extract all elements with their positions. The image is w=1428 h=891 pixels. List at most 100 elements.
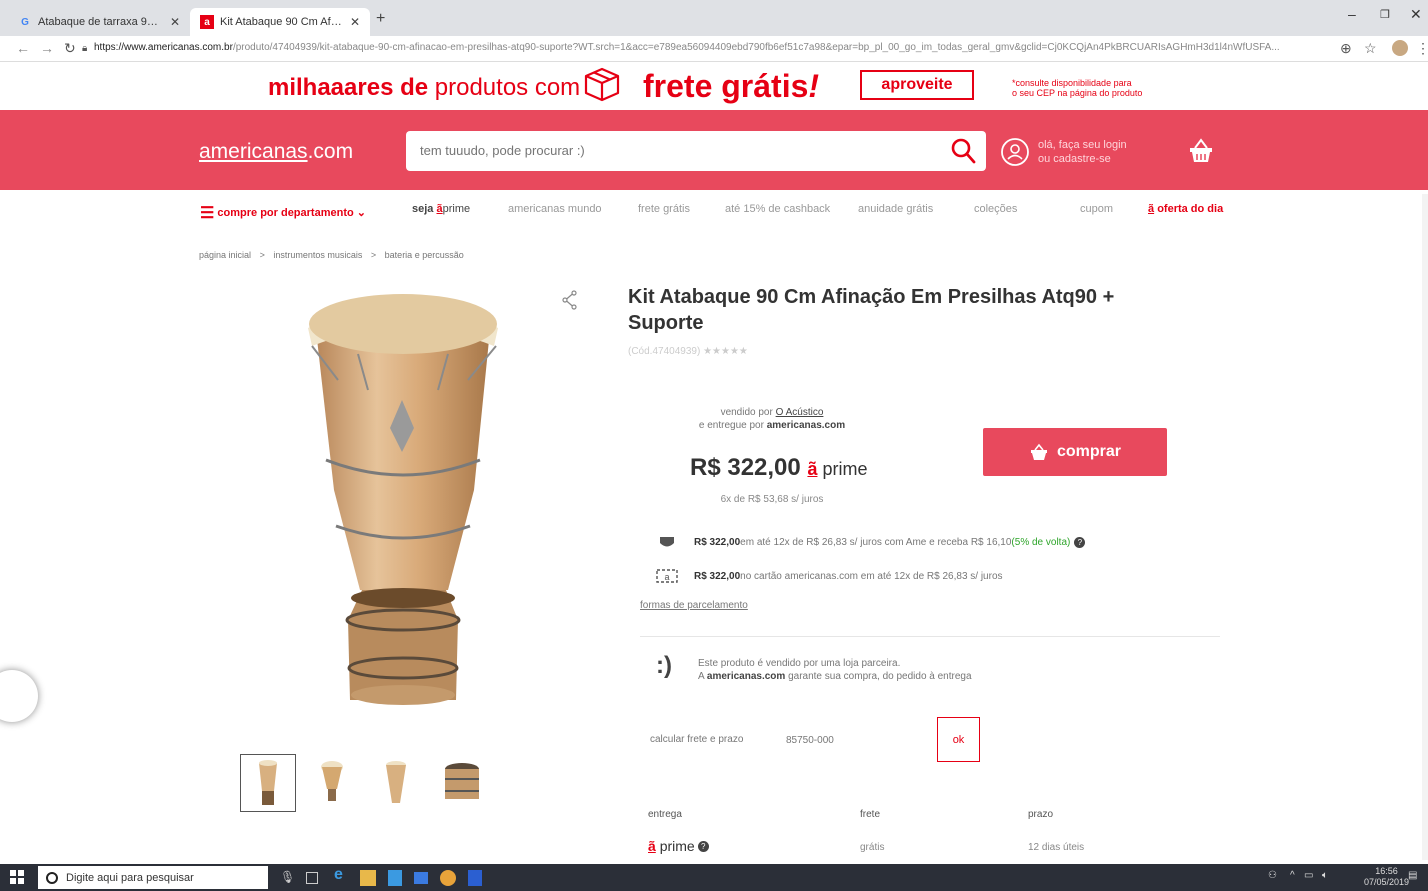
help-icon[interactable]: ? [1074,536,1086,548]
user-icon[interactable] [1000,137,1030,167]
back-icon[interactable]: ← [16,40,30,56]
ame-amount: R$ 322,00 [694,536,741,548]
rating-stars[interactable]: ★★★★★ [703,346,748,357]
partner-line-post: garante sua compra, do pedido à entrega [785,671,972,682]
tray-chevron-icon[interactable]: ^ [1290,870,1295,881]
department-menu[interactable]: ☰ compre por departamento ⌄ [200,203,366,223]
shipping-service-label: prime [659,838,695,854]
basket-icon[interactable] [1186,136,1216,166]
nav-cashback[interactable]: até 15% de cashback [725,203,830,215]
nav-americanas-mundo[interactable]: americanas mundo [508,203,602,215]
buy-button[interactable]: comprar [983,428,1167,476]
clock-date: 07/05/2019 [1364,877,1410,887]
breadcrumb-separator: > [259,250,265,260]
shipping-header-time: prazo [1028,809,1054,820]
search-box [406,131,986,171]
new-tab-icon[interactable]: + [376,10,385,28]
notifications-icon[interactable]: ▤ [1408,870,1417,881]
department-label: compre por departamento [217,207,354,219]
nav-anuidade[interactable]: anuidade grátis [858,203,933,215]
lock-icon: 🔒︎ [82,43,88,54]
cep-input[interactable] [772,720,924,760]
chrome-icon[interactable] [440,870,456,886]
nav-seja-prime[interactable]: seja ãprime [412,203,470,215]
divider [640,636,1220,637]
promo-headline-rest: produtos com [428,74,581,101]
login-link[interactable]: olá, faça seu login ou cadastre-se [1038,138,1127,166]
prime-logo-a: ã [648,838,656,854]
file-explorer-icon[interactable] [360,870,376,886]
ok-button[interactable]: ok [937,717,980,762]
close-tab-icon[interactable]: ✕ [170,15,180,29]
scrollbar[interactable] [1422,194,1428,860]
windows-start-icon[interactable] [10,870,24,884]
breadcrumb-category[interactable]: instrumentos musicais [273,250,362,260]
logo-suffix: .com [307,140,354,163]
nav-oferta-do-dia[interactable]: ã oferta do dia [1148,203,1223,215]
product-title: Kit Atabaque 90 Cm Afinação Em Presilhas… [628,286,1115,334]
help-icon[interactable]: ? [697,840,709,852]
network-icon[interactable]: ▭ [1304,870,1313,881]
taskbar-search[interactable]: Digite aqui para pesquisar [38,866,268,889]
chevron-down-icon: ⌄ [356,207,366,219]
prime-label: prime [822,459,868,479]
payment-options-link[interactable]: formas de parcelamento [640,600,748,611]
card-text: no cartão americanas.com em até 12x de R… [740,570,1003,582]
edge-icon[interactable]: e [334,866,350,883]
nav-offer-label: oferta do dia [1157,203,1224,215]
shipping-service: ã prime? [648,838,709,854]
forward-icon[interactable]: → [40,40,54,56]
breadcrumb-separator: > [370,250,377,260]
bookmark-star-icon[interactable]: ☆ [1364,40,1377,57]
breadcrumb: página inicial > instrumentos musicais >… [199,250,470,260]
share-icon[interactable] [562,290,578,310]
breadcrumb-home[interactable]: página inicial [199,250,251,260]
promo-note-line: *consulte disponibilidade para [1012,78,1132,88]
menu-icon[interactable]: ⋮ [1416,40,1428,57]
signup-line: ou cadastre-se [1038,153,1111,165]
sold-by-label: vendido por [720,407,776,418]
product-image[interactable] [298,290,508,720]
task-view-icon[interactable] [306,872,318,884]
microphone-icon[interactable]: 🎙︎ [280,870,296,886]
thumbnail-image [259,760,277,805]
thumbnail[interactable] [434,754,490,812]
mail-icon[interactable] [414,872,428,884]
search-input[interactable] [420,143,940,158]
floating-chat-bubble[interactable] [0,670,38,722]
nav-cupom[interactable]: cupom [1080,203,1113,215]
zoom-icon[interactable]: ⊕ [1340,40,1352,57]
url-field[interactable]: https://www.americanas.com.br/produto/47… [94,42,1314,53]
system-clock[interactable]: 16:56 07/05/2019 [1364,866,1409,888]
close-window-icon[interactable]: ✕ [1410,6,1422,23]
seller-link[interactable]: O Acústico [776,407,824,418]
nav-frete-gratis[interactable]: frete grátis [638,203,690,215]
shipping-header-delivery: entrega [648,809,682,820]
people-icon[interactable]: ⚇ [1268,870,1277,881]
thumbnail[interactable] [304,754,360,812]
profile-avatar[interactable] [1392,40,1408,56]
browser-tab-active[interactable]: a Kit Atabaque 90 Cm Afinação E ✕ [190,8,370,36]
breadcrumb-subcategory[interactable]: bateria e percussão [385,250,464,260]
login-line: olá, faça seu login [1038,139,1127,151]
site-logo[interactable]: americanas.com [199,140,353,164]
browser-tab[interactable]: G Atabaque de tarraxa 90 cm - Pe ✕ [8,8,190,36]
google-icon: G [21,16,29,28]
aproveite-button[interactable]: aproveite [860,70,974,100]
store-icon[interactable] [388,870,402,886]
partner-brand: americanas.com [706,671,786,682]
clock-time: 16:56 [1375,866,1398,876]
ame-text: em até 12x de R$ 26,83 s/ juros com Ame … [740,536,1012,548]
search-icon[interactable] [950,137,976,165]
close-tab-icon[interactable]: ✕ [350,15,360,29]
installments: 6x de R$ 53,68 s/ juros [720,494,824,505]
svg-text:a: a [664,572,669,582]
word-icon[interactable] [468,870,482,886]
minimize-icon[interactable]: – [1348,6,1356,22]
restore-icon[interactable]: ❐ [1380,8,1390,21]
thumbnail[interactable] [368,754,424,812]
volume-icon[interactable]: 🔈︎ [1322,870,1328,881]
nav-colecoes[interactable]: coleções [974,203,1017,215]
reload-icon[interactable]: ↻ [64,40,76,57]
thumbnail[interactable] [240,754,296,812]
